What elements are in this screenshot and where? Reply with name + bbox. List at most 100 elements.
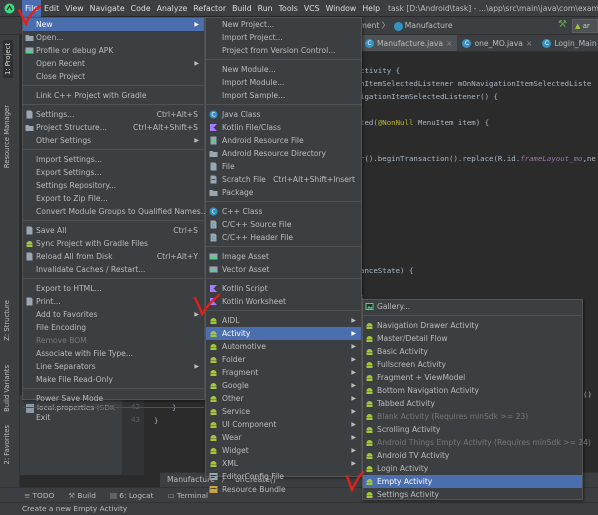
- tool-window-project[interactable]: 1: Project: [3, 40, 13, 79]
- new-menu-item-aidl[interactable]: AIDL ▶: [206, 314, 361, 327]
- tool-window-build-variants[interactable]: Build Variants: [3, 365, 11, 412]
- activity-menu-item-fullscreen-activity[interactable]: Fullscreen Activity: [363, 358, 582, 371]
- activity-menu-item-gallery[interactable]: Gallery...: [363, 300, 582, 313]
- menu-window[interactable]: Window: [323, 0, 360, 17]
- menu-build[interactable]: Build: [229, 0, 255, 17]
- file-menu-item-new[interactable]: New ▶: [23, 18, 204, 31]
- new-menu-item-activity[interactable]: Activity ▶: [206, 327, 361, 340]
- close-icon[interactable]: ×: [526, 39, 532, 48]
- tool-window-resource-manager[interactable]: Resource Manager: [3, 105, 11, 168]
- file-menu-item-add-to-favorites[interactable]: Add to Favorites ▶: [23, 308, 204, 321]
- new-menu-item-widget[interactable]: Widget ▶: [206, 444, 361, 457]
- new-menu-item-wear[interactable]: Wear ▶: [206, 431, 361, 444]
- file-menu-item-other-settings[interactable]: Other Settings ▶: [23, 134, 204, 147]
- menu-edit[interactable]: Edit: [41, 0, 62, 17]
- new-menu-item-other[interactable]: Other ▶: [206, 392, 361, 405]
- file-menu-item-open[interactable]: Open...: [23, 31, 204, 44]
- new-menu-item-android-resource-directory[interactable]: Android Resource Directory: [206, 147, 361, 160]
- file-menu-item-export-to-zip-file[interactable]: Export to Zip File...: [23, 192, 204, 205]
- menu-analyze[interactable]: Analyze: [154, 0, 191, 17]
- menu-navigate[interactable]: Navigate: [87, 0, 128, 17]
- tool-window-structure[interactable]: Z: Structure: [3, 300, 11, 341]
- activity-menu-item-settings-activity[interactable]: Settings Activity: [363, 488, 582, 501]
- new-menu-item-scratch-file[interactable]: Scratch File Ctrl+Alt+Shift+Insert: [206, 173, 361, 186]
- file-menu-item-settings-repository[interactable]: Settings Repository...: [23, 179, 204, 192]
- new-menu-item-project-from-version-control[interactable]: Project from Version Control...: [206, 44, 361, 57]
- menu-run[interactable]: Run: [255, 0, 276, 17]
- file-menu-item-reload-all-from-disk[interactable]: Reload All from Disk Ctrl+Alt+Y: [23, 250, 204, 263]
- new-menu-item-service[interactable]: Service ▶: [206, 405, 361, 418]
- menu-file[interactable]: File: [22, 0, 42, 17]
- new-menu-item-import-module[interactable]: Import Module...: [206, 76, 361, 89]
- breadcrumb-class[interactable]: Manufacture: [405, 21, 453, 30]
- close-icon[interactable]: ×: [446, 39, 452, 48]
- file-menu-item-line-separators[interactable]: Line Separators ▶: [23, 360, 204, 373]
- bottom-tab-terminal[interactable]: ▭ Terminal: [168, 491, 209, 500]
- activity-menu-item-navigation-drawer-activity[interactable]: Navigation Drawer Activity: [363, 319, 582, 332]
- file-menu-item-exit[interactable]: Exit: [23, 411, 204, 424]
- new-menu-item-new-module[interactable]: New Module...: [206, 63, 361, 76]
- menu-vcs[interactable]: VCS: [301, 0, 323, 17]
- file-menu-item-link-c-project-with-gradle[interactable]: Link C++ Project with Gradle: [23, 89, 204, 102]
- file-menu-item-profile-or-debug-apk[interactable]: Profile or debug APK: [23, 44, 204, 57]
- activity-menu-item-fragment-viewmodel[interactable]: Fragment + ViewModel: [363, 371, 582, 384]
- new-menu-item-automotive[interactable]: Automotive ▶: [206, 340, 361, 353]
- new-menu-item-vector-asset[interactable]: Vector Asset: [206, 263, 361, 276]
- activity-menu-item-basic-activity[interactable]: Basic Activity: [363, 345, 582, 358]
- file-menu-item-print[interactable]: Print...: [23, 295, 204, 308]
- file-menu-item-invalidate-caches-restart[interactable]: Invalidate Caches / Restart...: [23, 263, 204, 276]
- menu-code[interactable]: Code: [128, 0, 154, 17]
- new-menu-item-new-project[interactable]: New Project...: [206, 18, 361, 31]
- new-menu-item-file[interactable]: File: [206, 160, 361, 173]
- tool-window-favorites[interactable]: 2: Favorites: [3, 425, 11, 464]
- new-menu-item-kotlin-script[interactable]: Kotlin Script: [206, 282, 361, 295]
- menu-tools[interactable]: Tools: [276, 0, 301, 17]
- new-menu-item-c-class[interactable]: C C++ Class: [206, 205, 361, 218]
- file-menu-item-convert-module-groups-to-qualified-names[interactable]: Convert Module Groups to Qualified Names…: [23, 205, 208, 218]
- file-menu-item-sync-project-with-gradle-files[interactable]: Sync Project with Gradle Files: [23, 237, 204, 250]
- new-menu-item-ui-component[interactable]: UI Component ▶: [206, 418, 361, 431]
- build-hammer-icon[interactable]: ⚒: [558, 19, 568, 31]
- file-menu-item-export-settings[interactable]: Export Settings...: [23, 166, 204, 179]
- new-menu-item-import-sample[interactable]: Import Sample...: [206, 89, 361, 102]
- new-menu-item-import-project[interactable]: Import Project...: [206, 31, 361, 44]
- tab-manufacture-java[interactable]: C Manufacture.java ×: [360, 35, 458, 51]
- menu-view[interactable]: View: [62, 0, 87, 17]
- tab-login-main[interactable]: CLogin_Main×: [537, 35, 598, 51]
- new-menu-item-package[interactable]: Package: [206, 186, 361, 199]
- new-menu-item-java-class[interactable]: C Java Class: [206, 108, 361, 121]
- menu-refactor[interactable]: Refactor: [190, 0, 229, 17]
- new-menu-item-image-asset[interactable]: Image Asset: [206, 250, 361, 263]
- file-menu-item-settings[interactable]: Settings... Ctrl+Alt+S: [23, 108, 204, 121]
- file-menu-item-save-all[interactable]: Save All Ctrl+S: [23, 224, 204, 237]
- file-menu-item-associate-with-file-type[interactable]: Associate with File Type...: [23, 347, 204, 360]
- activity-menu-item-android-tv-activity[interactable]: Android TV Activity: [363, 449, 582, 462]
- file-menu-item-project-structure[interactable]: Project Structure... Ctrl+Alt+Shift+S: [23, 121, 204, 134]
- new-menu-item-resource-bundle[interactable]: Resource Bundle: [206, 483, 361, 496]
- activity-menu-item-login-activity[interactable]: Login Activity: [363, 462, 582, 475]
- new-menu-item-kotlin-file-class[interactable]: Kotlin File/Class: [206, 121, 361, 134]
- menu-help[interactable]: Help: [359, 0, 383, 17]
- file-menu-item-open-recent[interactable]: Open Recent ▶: [23, 57, 204, 70]
- new-menu-item-android-resource-file[interactable]: Android Resource File: [206, 134, 361, 147]
- bottom-tab-build[interactable]: ⚒ Build: [68, 491, 96, 500]
- new-menu-item-fragment[interactable]: Fragment ▶: [206, 366, 361, 379]
- new-menu-item-c-c-source-file[interactable]: C C/C++ Source File: [206, 218, 361, 231]
- bottom-tab-todo[interactable]: ≡ TODO: [24, 491, 54, 500]
- new-menu-item-folder[interactable]: Folder ▶: [206, 353, 361, 366]
- bottom-tab-6-logcat[interactable]: ▤ 6: Logcat: [110, 491, 154, 500]
- run-configuration-select[interactable]: ▲ ar: [572, 19, 598, 33]
- activity-menu-item-bottom-navigation-activity[interactable]: Bottom Navigation Activity: [363, 384, 582, 397]
- file-menu-item-power-save-mode[interactable]: Power Save Mode: [23, 392, 204, 405]
- new-menu-item-c-c-header-file[interactable]: C C/C++ Header File: [206, 231, 361, 244]
- tab-one-mo-java[interactable]: Cone_MO.java ×: [457, 35, 537, 51]
- file-menu-item-export-to-html[interactable]: Export to HTML...: [23, 282, 204, 295]
- new-menu-item-editorconfig-file[interactable]: EditorConfig File: [206, 470, 361, 483]
- activity-menu-item-empty-activity[interactable]: Empty Activity: [363, 475, 582, 488]
- activity-menu-item-master-detail-flow[interactable]: Master/Detail Flow: [363, 332, 582, 345]
- activity-menu-item-scrolling-activity[interactable]: Scrolling Activity: [363, 423, 582, 436]
- file-menu-item-make-file-read-only[interactable]: Make File Read-Only: [23, 373, 204, 386]
- file-menu-item-file-encoding[interactable]: File Encoding: [23, 321, 204, 334]
- new-menu-item-google[interactable]: Google ▶: [206, 379, 361, 392]
- file-menu-item-close-project[interactable]: Close Project: [23, 70, 204, 83]
